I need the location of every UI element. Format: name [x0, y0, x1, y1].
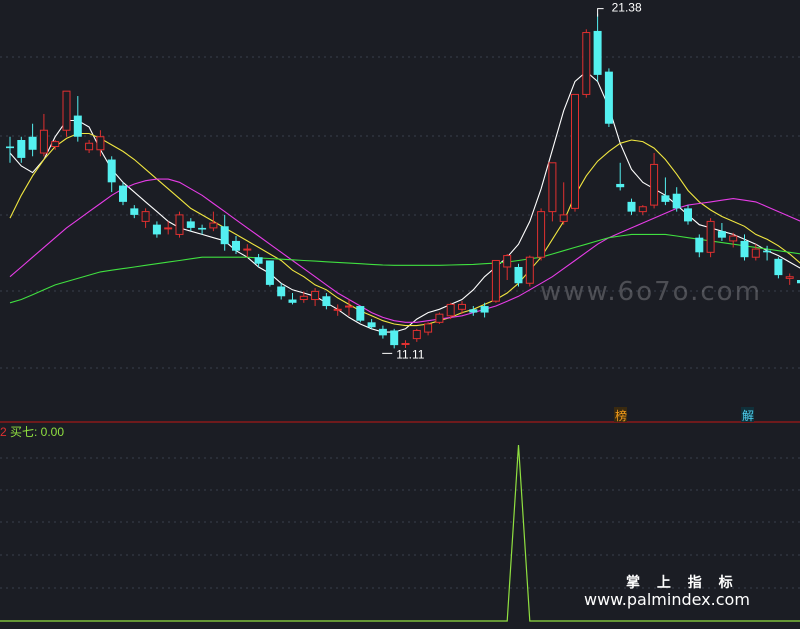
candle-body — [288, 299, 297, 303]
candle-body — [751, 248, 760, 258]
candle-body — [571, 93, 579, 209]
candle-body — [141, 211, 150, 222]
high-marker — [597, 8, 604, 17]
candle-body — [559, 214, 568, 222]
candle-body — [616, 183, 625, 188]
stock-chart: 21.38 11.11 榜 解 2 买七: 0.00 www.6o7o.com 掌 上 … — [0, 0, 800, 624]
candle-body — [514, 266, 523, 284]
candle-body — [435, 313, 444, 323]
candle-body — [537, 211, 546, 258]
candle-body — [706, 220, 715, 253]
candle-body — [130, 208, 139, 215]
candle-body — [503, 255, 512, 268]
candle-body — [401, 342, 410, 345]
high-label: 21.38 — [612, 1, 642, 15]
candle-body — [480, 306, 489, 313]
site-watermark: www.6o7o.com — [540, 277, 762, 307]
event-marker-label: 解 — [742, 409, 754, 423]
candle-body — [175, 214, 184, 235]
candle-body — [96, 136, 105, 151]
candle-body — [220, 226, 229, 245]
candle-body — [367, 322, 376, 328]
footer-url-watermark: www.palmindex.com — [584, 590, 750, 609]
candle-body — [198, 227, 207, 230]
candle-body — [717, 231, 726, 238]
candle-body — [650, 163, 659, 206]
candle-body — [51, 141, 60, 148]
candle-body — [254, 257, 263, 264]
candle-body — [424, 323, 433, 333]
low-label: 11.11 — [396, 347, 425, 361]
candle-body — [412, 329, 421, 340]
candle-body — [763, 250, 772, 253]
candle-body — [322, 296, 331, 307]
candle-body — [152, 224, 161, 235]
candle-body — [85, 142, 94, 151]
candle-body — [28, 136, 37, 150]
candle-body — [604, 71, 613, 124]
candle-body — [232, 240, 240, 251]
candle-body — [390, 330, 399, 346]
indicator-legend: 买七: 0.00 — [10, 425, 64, 439]
candle-body — [446, 303, 455, 317]
candle-body — [107, 159, 116, 183]
candle-body — [333, 308, 342, 311]
candle-body — [378, 328, 387, 336]
candle-body — [39, 129, 48, 154]
candle-body — [695, 237, 704, 253]
candle-body — [525, 256, 534, 284]
candle-body — [627, 201, 636, 212]
candle-body — [277, 286, 286, 297]
candle-body — [740, 240, 749, 258]
candle-body — [345, 305, 353, 308]
candle-body — [491, 259, 500, 302]
candle-body — [243, 248, 252, 251]
candle-body — [661, 195, 670, 202]
candle-body — [209, 222, 218, 229]
candle-body — [299, 295, 308, 301]
candle-body — [73, 115, 82, 137]
candle-body — [356, 306, 365, 321]
candle-body — [638, 206, 647, 213]
candle-body — [6, 146, 14, 149]
candle-body — [582, 32, 591, 95]
indicator-legend-prefix: 2 — [0, 425, 7, 439]
candle-body — [164, 227, 173, 230]
candle-body — [774, 258, 783, 276]
candle-body — [458, 303, 466, 310]
candle-body — [119, 185, 127, 202]
candle-body — [186, 221, 195, 228]
candle-body — [469, 309, 478, 313]
event-marker-label: 榜 — [615, 408, 627, 423]
candle-body — [684, 208, 692, 222]
chart-canvas: 21.38 11.11 榜 解 2 买七: 0.00 www.6o7o.com — [0, 1, 800, 622]
candle-body — [265, 260, 274, 285]
candle-body — [672, 193, 681, 209]
candle-body — [311, 290, 320, 301]
candle-body — [548, 162, 557, 213]
candle-body — [593, 30, 602, 75]
footer-cn-watermark: 掌 上 指 标 — [626, 575, 739, 591]
candle-body — [785, 276, 794, 279]
grid-lines — [0, 56, 800, 589]
candle-body — [62, 90, 71, 131]
candle-body — [17, 140, 26, 158]
candle-body — [729, 235, 738, 242]
